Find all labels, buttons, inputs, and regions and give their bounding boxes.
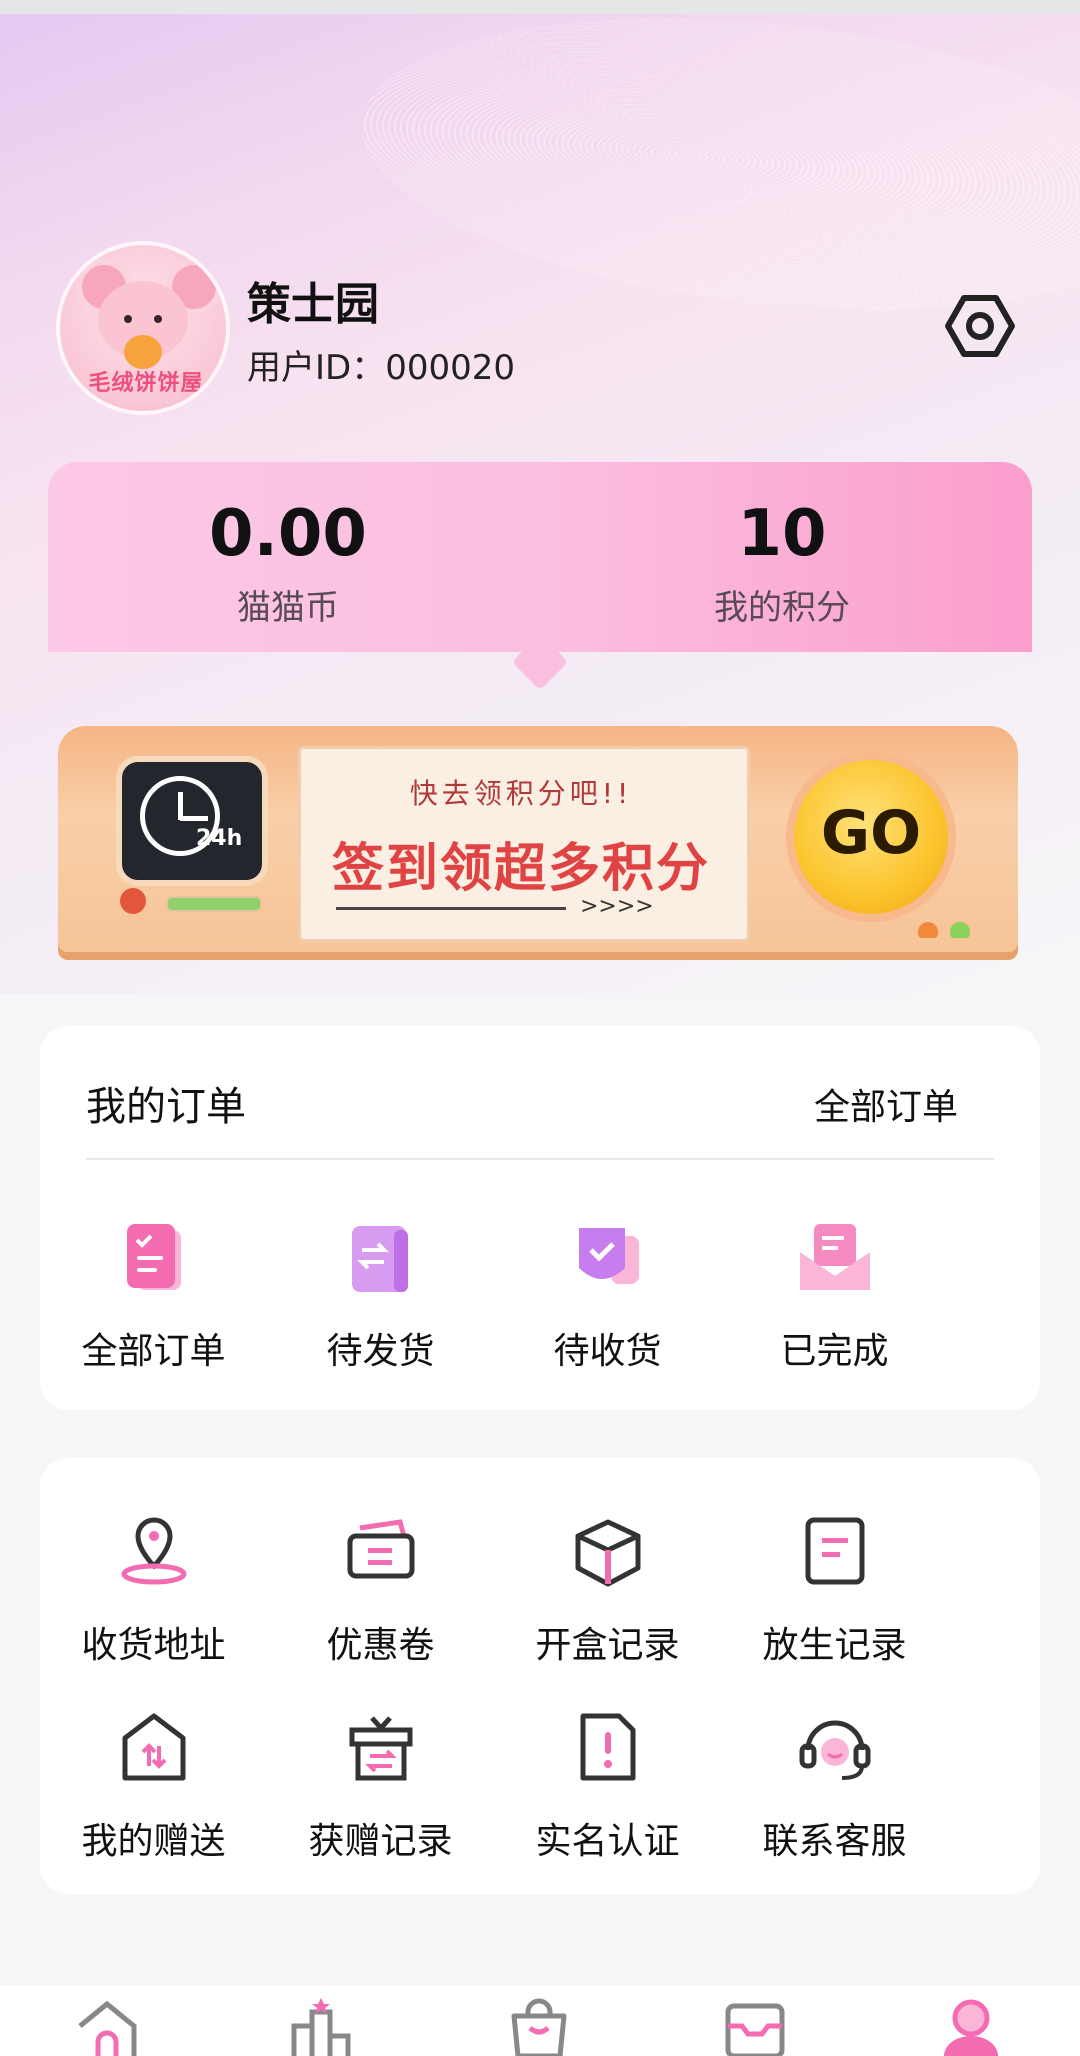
shop-bag-icon[interactable] xyxy=(504,1996,574,2056)
user-name: 策士园 xyxy=(247,279,379,330)
box-icon[interactable] xyxy=(720,1996,790,2056)
service-received-gifts-label: 获赠记录 xyxy=(308,1821,453,1862)
service-release[interactable]: 放生记录 xyxy=(721,1510,948,1668)
headset-icon xyxy=(799,1720,870,1780)
avatar-brand-text: 毛绒饼饼屋 xyxy=(88,371,204,396)
document-icon xyxy=(805,1517,864,1585)
service-id-verify-label: 实名认证 xyxy=(535,1821,680,1862)
bottom-tab-bar xyxy=(0,1986,1080,2056)
cat-coin-label: 猫猫币 xyxy=(237,588,339,628)
settings-icon[interactable] xyxy=(944,290,1016,362)
envelope-done-icon xyxy=(799,1224,870,1290)
coupon-icon xyxy=(347,1519,414,1579)
avatar-eye xyxy=(154,315,162,323)
service-received-gifts[interactable]: 获赠记录 xyxy=(267,1706,494,1864)
user-id: 用户ID：000020 xyxy=(247,348,515,388)
home-icon[interactable] xyxy=(72,1996,142,2056)
order-to-receive[interactable]: 待收货 xyxy=(494,1216,721,1374)
banner-bar xyxy=(166,896,262,912)
service-release-label: 放生记录 xyxy=(762,1625,907,1666)
clock-hand xyxy=(180,816,208,821)
checkin-banner[interactable]: 24h 快去领积分吧!! 签到领超多积分 >>>> GO xyxy=(46,716,1034,968)
go-label: GO xyxy=(820,798,922,868)
all-orders-link[interactable]: 全部订单 xyxy=(814,1078,958,1130)
banner-title: 签到领超多积分 xyxy=(331,839,710,899)
avatar[interactable]: 毛绒饼饼屋 xyxy=(56,241,230,415)
banner-subtitle: 快去领积分吧!! xyxy=(409,777,633,810)
banner-knob xyxy=(120,888,146,914)
receive-shield-icon xyxy=(578,1228,639,1284)
service-open-box[interactable]: 开盒记录 xyxy=(494,1510,721,1668)
location-pin-icon xyxy=(121,1517,186,1585)
cat-coin-value: 0.00 xyxy=(209,497,367,571)
service-contact[interactable]: 联系客服 xyxy=(721,1706,948,1864)
divider xyxy=(86,1158,994,1160)
banner-line xyxy=(336,907,566,910)
id-verify-icon xyxy=(580,1713,635,1781)
status-bar xyxy=(0,0,1080,14)
order-all[interactable]: 全部订单 xyxy=(40,1216,267,1374)
service-open-box-label: 开盒记录 xyxy=(535,1625,680,1666)
services-card: 收货地址 优惠卷 开盒记录 放生记录 我的赠送 获赠记录 实名认证 联系客服 xyxy=(40,1458,1040,1894)
go-button[interactable]: GO xyxy=(786,752,956,922)
orders-title: 我的订单 xyxy=(86,1084,246,1130)
points-label: 我的积分 xyxy=(714,588,850,628)
avatar-eye xyxy=(124,315,132,323)
service-address[interactable]: 收货地址 xyxy=(40,1510,267,1668)
points-stat[interactable]: 10 我的积分 xyxy=(632,502,932,629)
order-all-label: 全部订单 xyxy=(81,1331,226,1372)
service-contact-label: 联系客服 xyxy=(762,1821,907,1862)
service-my-gifts-label: 我的赠送 xyxy=(81,1821,226,1862)
order-completed[interactable]: 已完成 xyxy=(721,1216,948,1374)
rank-icon[interactable] xyxy=(288,1996,358,2056)
order-to-ship-label: 待发货 xyxy=(326,1331,435,1372)
banner-led xyxy=(918,922,938,938)
ship-box-icon xyxy=(351,1226,408,1292)
gift-send-icon xyxy=(122,1713,185,1781)
order-completed-label: 已完成 xyxy=(780,1331,889,1372)
points-value: 10 xyxy=(737,497,827,571)
banner-led xyxy=(950,922,970,938)
service-my-gifts[interactable]: 我的赠送 xyxy=(40,1706,267,1864)
clipboard-check-icon xyxy=(126,1224,181,1290)
service-coupon[interactable]: 优惠卷 xyxy=(267,1510,494,1668)
service-address-label: 收货地址 xyxy=(81,1625,226,1666)
clock-24h-label: 24h xyxy=(196,826,243,851)
cat-coin-stat[interactable]: 0.00 猫猫币 xyxy=(138,502,438,629)
order-to-ship[interactable]: 待发货 xyxy=(267,1216,494,1374)
avatar-fruit xyxy=(124,335,162,369)
service-id-verify[interactable]: 实名认证 xyxy=(494,1706,721,1864)
open-box-icon xyxy=(575,1519,640,1587)
service-coupon-label: 优惠卷 xyxy=(326,1625,435,1666)
order-to-receive-label: 待收货 xyxy=(553,1331,662,1372)
orders-card: 我的订单 全部订单 全部订单 待发货 待收货 已完成 xyxy=(40,1026,1040,1410)
gift-received-icon xyxy=(349,1716,412,1781)
balance-panel: 0.00 猫猫币 10 我的积分 xyxy=(48,462,1032,691)
banner-arrows: >>>> xyxy=(580,894,654,919)
profile-icon[interactable] xyxy=(936,1996,1006,2056)
